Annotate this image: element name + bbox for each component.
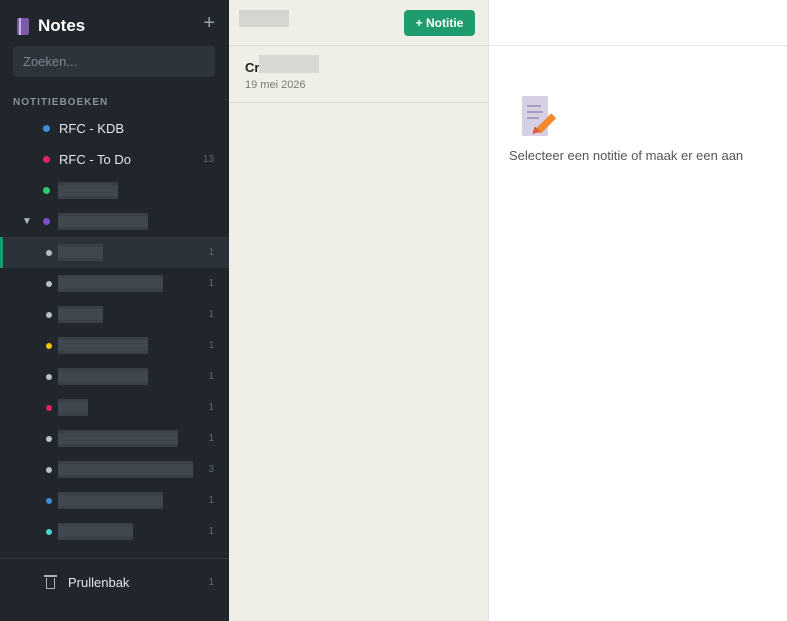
add-notebook-button[interactable]: + <box>203 11 215 35</box>
sidebar-divider <box>0 558 229 559</box>
notebook-color-dot <box>46 342 52 349</box>
notebooks-section-label: NOTITIEBOEKEN <box>13 97 109 108</box>
notebook-item[interactable]: 1 <box>0 392 229 423</box>
notebook-color-dot <box>43 156 50 163</box>
trash-label: Prullenbak <box>68 574 130 590</box>
redacted-label <box>58 368 148 385</box>
notebook-count: 1 <box>208 402 214 413</box>
redacted-label <box>58 244 103 261</box>
notebook-count: 1 <box>208 526 214 537</box>
redacted-label <box>58 213 148 230</box>
redacted-notebook-title <box>239 10 289 27</box>
new-note-button[interactable]: + Notitie <box>404 10 475 36</box>
notebook-color-dot <box>43 218 50 225</box>
notebook-color-dot <box>46 280 52 287</box>
notebook-item[interactable]: 1 <box>0 485 229 516</box>
app-brand: Notes <box>16 14 85 38</box>
note-title: Cr <box>245 60 260 75</box>
editor-pane: Selecteer een notitie of maak er een aan <box>489 0 787 621</box>
redacted-label <box>58 182 118 199</box>
notebook-label: RFC - To Do <box>59 152 131 167</box>
notebook-color-dot <box>43 125 50 132</box>
notebook-count: 1 <box>208 247 214 258</box>
notebook-count: 1 <box>208 495 214 506</box>
notebook-color-dot <box>46 528 52 535</box>
notebook-item[interactable] <box>0 175 229 206</box>
memo-icon <box>522 96 558 138</box>
redacted-label <box>58 337 148 354</box>
notebook-list: RFC - KDB RFC - To Do 13 ▼ 1 1 1 1 1 1 1… <box>0 113 229 547</box>
notebook-count: 3 <box>208 464 214 475</box>
redacted-label <box>58 523 133 540</box>
notebook-item[interactable]: RFC - To Do 13 <box>0 144 229 175</box>
notebook-item[interactable]: 1 <box>0 361 229 392</box>
notebook-color-dot <box>46 466 52 473</box>
note-list-item[interactable]: Cr 19 mei 2026 <box>229 46 488 103</box>
empty-state-message: Selecteer een notitie of maak er een aan <box>509 148 744 163</box>
notebook-color-dot <box>46 435 52 442</box>
notebook-item[interactable]: 1 <box>0 423 229 454</box>
trash-icon <box>44 575 57 589</box>
notebook-color-dot <box>46 373 52 380</box>
notebook-item[interactable]: 1 <box>0 299 229 330</box>
plus-icon: + <box>203 12 215 34</box>
note-date: 19 mei 2026 <box>245 79 306 91</box>
trash-count: 1 <box>208 576 214 588</box>
notebook-color-dot <box>46 311 52 318</box>
redacted-label <box>58 275 163 292</box>
redacted-note-title <box>259 55 319 73</box>
notebook-count: 1 <box>208 309 214 320</box>
notebook-color-dot <box>46 497 52 504</box>
notebook-item[interactable]: 1 <box>0 268 229 299</box>
notebook-icon <box>16 17 30 35</box>
notebook-color-dot <box>43 187 50 194</box>
redacted-label <box>58 430 178 447</box>
app-title: Notes <box>38 16 86 35</box>
notebook-count: 1 <box>208 371 214 382</box>
editor-header <box>489 0 787 46</box>
notebook-label: RFC - KDB <box>59 121 124 136</box>
redacted-label <box>58 306 103 323</box>
notebook-count: 1 <box>208 278 214 289</box>
notebook-item[interactable]: 3 <box>0 454 229 485</box>
notes-list-pane: + Notitie Cr 19 mei 2026 <box>229 0 489 621</box>
sidebar: Notes + NOTITIEBOEKEN RFC - KDB RFC - To… <box>0 0 229 621</box>
notebook-count: 13 <box>202 154 214 165</box>
search-input[interactable] <box>13 46 215 77</box>
notebook-count: 1 <box>208 340 214 351</box>
redacted-label <box>58 461 193 478</box>
redacted-label <box>58 492 163 509</box>
notebook-item[interactable]: 1 <box>0 516 229 547</box>
notes-list-header: + Notitie <box>229 0 488 46</box>
notebook-color-dot <box>46 404 52 411</box>
notebook-item[interactable]: 1 <box>0 330 229 361</box>
notebook-item[interactable]: RFC - KDB <box>0 113 229 144</box>
notebook-count: 1 <box>208 433 214 444</box>
caret-down-icon[interactable]: ▼ <box>22 216 32 227</box>
notebook-color-dot <box>46 249 52 256</box>
notebook-item-selected[interactable]: 1 <box>0 237 229 268</box>
notebook-group[interactable]: ▼ <box>0 206 229 237</box>
redacted-label <box>58 399 88 416</box>
trash-item[interactable]: Prullenbak 1 <box>0 570 229 594</box>
